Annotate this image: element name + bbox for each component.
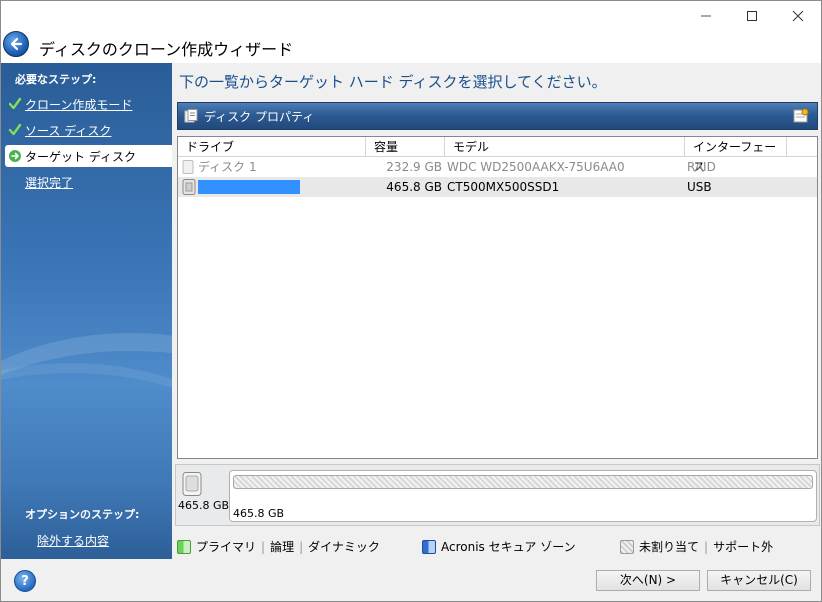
legend-label: Acronis セキュア ゾーン	[441, 540, 576, 554]
legend-unallocated: 未割り当て | サポート外	[620, 538, 773, 555]
column-header-capacity[interactable]: 容量	[366, 137, 445, 157]
list-header: ドライブ 容量 モデル インターフェース	[178, 137, 817, 174]
page-heading: 下の一覧からターゲット ハード ディスクを選択してください。	[179, 73, 607, 91]
unallocated-partition[interactable]	[233, 475, 813, 489]
acronis-zone-swatch	[422, 539, 436, 554]
back-arrow-icon	[10, 37, 23, 51]
interface-cell: USB	[687, 180, 712, 194]
close-button[interactable]	[775, 1, 821, 31]
columns-settings-icon[interactable]	[793, 108, 809, 127]
legend-acronis: Acronis セキュア ゾーン	[422, 538, 576, 555]
minimize-button[interactable]	[683, 1, 729, 31]
sidebar-decoration	[1, 363, 172, 559]
maximize-button[interactable]	[729, 1, 775, 31]
wizard-window: ディスクのクローン作成ウィザード 必要なステップ: クローン作成モード ソース …	[0, 0, 822, 602]
checkmark-icon	[5, 97, 25, 111]
capacity-cell: 232.9 GB	[386, 160, 442, 174]
wizard-title: ディスクのクローン作成ウィザード	[39, 40, 294, 59]
capacity-cell: 465.8 GB	[386, 180, 442, 194]
column-header-drive[interactable]: ドライブ	[178, 137, 366, 157]
step-target-disk[interactable]: ターゲット ディスク	[5, 145, 172, 167]
interface-cell: RAID	[687, 160, 716, 174]
steps-sidebar: 必要なステップ: クローン作成モード ソース ディスク ターゲット ディスク 選…	[1, 63, 172, 559]
unallocated-swatch	[620, 539, 634, 554]
help-icon[interactable]: ?	[14, 570, 36, 592]
disk-properties-button[interactable]: ディスク プロパティ	[204, 108, 314, 125]
disk-icon	[182, 179, 196, 199]
next-button[interactable]: 次へ(N) >	[596, 570, 700, 591]
disk-size-label: 465.8 GB	[178, 499, 230, 512]
disk-layout-panel: 465.8 GB 465.8 GB	[175, 464, 820, 526]
step-label: ターゲット ディスク	[25, 149, 136, 164]
checkmark-icon	[5, 123, 25, 137]
step-label: ソース ディスク	[25, 123, 112, 138]
button-bar: ? 次へ(N) > キャンセル(C)	[1, 559, 821, 601]
title-bar: ディスクのクローン作成ウィザード	[1, 1, 821, 63]
disk-list: ドライブ 容量 モデル インターフェース ディスク 1 232.9 GB WDC…	[177, 136, 818, 459]
drive-cell: ディスク 1	[198, 160, 257, 174]
legend-label: 未割り当て	[639, 540, 700, 554]
legend-label: ダイナミック	[308, 540, 380, 554]
legend-label: 論理	[270, 540, 295, 554]
step-label: クローン作成モード	[25, 97, 133, 112]
arrow-right-icon	[5, 149, 25, 163]
optional-steps-heading: オプションのステップ:	[25, 508, 140, 521]
window-controls	[683, 1, 821, 31]
table-row[interactable]: ディスク 1 232.9 GB WDC WD2500AAKX-75U6AA0 R…	[178, 157, 817, 177]
table-row[interactable]: 465.8 GB CT500MX500SSD1 USB	[178, 177, 817, 197]
column-header-model[interactable]: モデル	[445, 137, 685, 157]
required-steps-heading: 必要なステップ:	[15, 73, 97, 86]
column-header-interface[interactable]: インターフェース	[685, 137, 787, 174]
disk-toolbar: ディスク プロパティ	[177, 102, 818, 130]
maximize-icon	[747, 11, 757, 21]
model-cell: CT500MX500SSD1	[447, 180, 560, 194]
disk-properties-icon	[184, 109, 198, 123]
minimize-icon	[701, 15, 711, 17]
step-clone-mode[interactable]: クローン作成モード	[5, 93, 172, 115]
model-cell: WDC WD2500AAKX-75U6AA0	[447, 160, 625, 174]
back-button[interactable]	[3, 31, 29, 57]
legend-label: サポート外	[713, 540, 774, 554]
disk-icon	[178, 469, 226, 523]
selected-drive-name[interactable]	[198, 180, 300, 194]
close-icon	[792, 10, 804, 22]
legend-label: プライマリ	[196, 540, 257, 554]
step-label: 選択完了	[25, 175, 74, 190]
step-finish[interactable]: 選択完了	[5, 171, 172, 193]
step-source-disk[interactable]: ソース ディスク	[5, 119, 172, 141]
primary-swatch	[177, 539, 191, 554]
partition-size-label: 465.8 GB	[233, 507, 285, 520]
legend-primary: プライマリ | 論理 | ダイナミック	[177, 538, 380, 555]
partition-bar[interactable]: 465.8 GB	[229, 470, 817, 522]
cancel-button[interactable]: キャンセル(C)	[707, 570, 811, 591]
step-exclusions[interactable]: 除外する内容	[37, 532, 109, 549]
